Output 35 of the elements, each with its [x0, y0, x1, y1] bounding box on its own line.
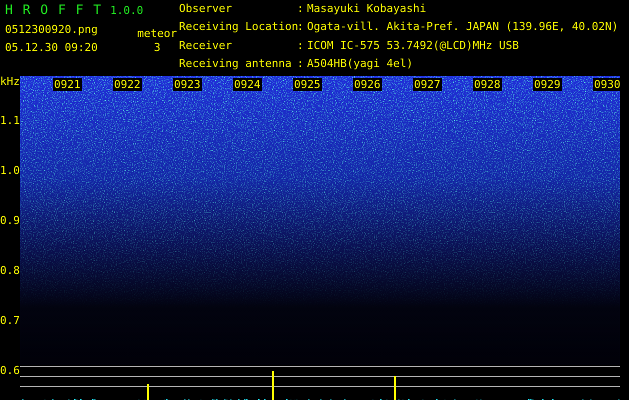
- time-label: 0925: [293, 78, 322, 91]
- info-label: Receiving antenna: [179, 58, 293, 72]
- time-label: 0930: [593, 78, 622, 91]
- frequency-label: 0.8: [0, 265, 20, 277]
- info-value: A504HB(yagi 4el): [307, 58, 414, 72]
- meteor-count: 3: [154, 42, 160, 54]
- date-time: 05.12.30 09:20: [5, 42, 98, 54]
- frequency-label: 1.1: [0, 115, 20, 127]
- time-label: 0927: [413, 78, 442, 91]
- frequency-label: 0.7: [0, 315, 20, 327]
- time-label: 0929: [533, 78, 562, 91]
- time-label: 0926: [353, 78, 382, 91]
- time-label: 0922: [113, 78, 142, 91]
- info-separator: :: [297, 3, 305, 17]
- info-separator: :: [297, 21, 305, 36]
- info-label: Receiving Location: [179, 21, 297, 36]
- info-separator: :: [297, 40, 305, 54]
- info-label: Observer: [179, 3, 233, 17]
- info-label: Receiver: [179, 40, 233, 54]
- info-value: Masayuki Kobayashi: [307, 3, 428, 17]
- info-value: ICOM IC-575 53.7492(@LCD)MHz USB: [307, 40, 520, 54]
- axis-unit: kHz: [0, 76, 20, 88]
- time-label: 0924: [233, 78, 262, 91]
- time-label: 0928: [473, 78, 502, 91]
- meteor-label: meteor: [137, 28, 177, 40]
- frequency-label: 0.9: [0, 215, 20, 227]
- file-name: 0512300920.png: [5, 24, 98, 36]
- time-label: 0923: [173, 78, 202, 91]
- time-label: 0921: [53, 78, 82, 91]
- info-value: Ogata-vill. Akita-Pref. JAPAN (139.96E, 40.02N): [307, 21, 618, 36]
- info-separator: :: [297, 58, 305, 72]
- frequency-label: 0.6: [0, 365, 20, 377]
- frequency-label: 1.0: [0, 165, 20, 177]
- version-label: 1.0.0: [110, 4, 144, 17]
- app-title: H R O F F T: [5, 3, 102, 18]
